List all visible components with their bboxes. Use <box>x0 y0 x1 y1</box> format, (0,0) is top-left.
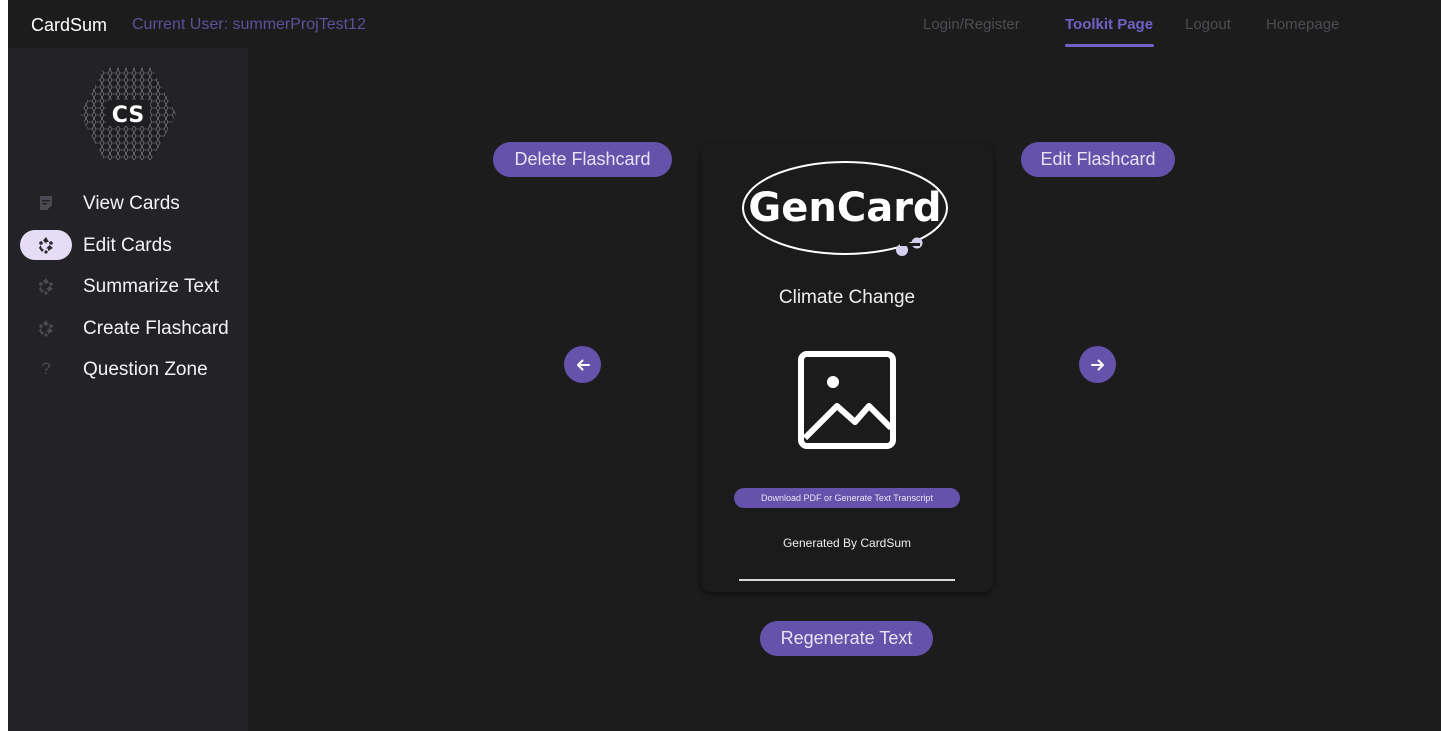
card-title: Climate Change <box>778 287 916 308</box>
generated-by-label: Generated By CardSum <box>782 536 912 550</box>
app-window: CardSum Current User: summerProjTest12 L… <box>8 0 1441 731</box>
sidebar: CS View Cards Edit Cards Summarize Text <box>8 48 248 731</box>
logo-text: CS <box>112 103 144 128</box>
cardsum-logo[interactable]: CS <box>78 66 178 162</box>
sidebar-item-edit-cards[interactable]: Edit Cards <box>8 228 248 262</box>
sidebar-item-summarize-text[interactable]: Summarize Text <box>8 269 248 303</box>
arrow-right-icon <box>1090 359 1104 370</box>
previous-card-button[interactable] <box>564 346 601 383</box>
sidebar-item-view-cards[interactable]: View Cards <box>8 186 248 220</box>
delete-flashcard-button[interactable]: Delete Flashcard <box>493 142 672 177</box>
recycle-icon <box>20 271 72 301</box>
top-bar: CardSum Current User: summerProjTest12 L… <box>8 0 1441 48</box>
gencard-logo-text: GenCard <box>748 185 941 231</box>
question-icon: ? <box>41 359 51 378</box>
sidebar-item-question-zone[interactable]: ? Question Zone <box>8 352 248 386</box>
sidebar-item-create-flashcard[interactable]: Create Flashcard <box>8 311 248 345</box>
recycle-icon <box>20 313 72 343</box>
card-divider <box>739 579 955 581</box>
nav-homepage[interactable]: Homepage <box>1266 16 1339 33</box>
download-pdf-button[interactable]: Download PDF or Generate Text Transcript <box>734 488 960 508</box>
sidebar-item-label: Create Flashcard <box>83 318 229 339</box>
note-icon <box>20 188 72 218</box>
edit-flashcard-button[interactable]: Edit Flashcard <box>1021 142 1175 177</box>
sidebar-item-label: Question Zone <box>83 359 208 380</box>
arrow-left-icon <box>576 359 590 370</box>
nav-toolkit-page[interactable]: Toolkit Page <box>1065 16 1153 33</box>
nav-login-register[interactable]: Login/Register <box>923 16 1020 33</box>
regenerate-text-button[interactable]: Regenerate Text <box>760 621 933 656</box>
sidebar-item-label: Summarize Text <box>83 276 219 297</box>
nav-logout[interactable]: Logout <box>1185 16 1231 33</box>
flashcard[interactable]: GenCard Climate Change Download PDF or G… <box>701 143 993 592</box>
image-placeholder-icon <box>798 351 896 449</box>
brand-name[interactable]: CardSum <box>31 15 107 36</box>
current-user-label: Current User: summerProjTest12 <box>132 16 366 33</box>
gencard-logo: GenCard <box>742 161 948 256</box>
sidebar-item-label: View Cards <box>83 193 180 214</box>
recycle-icon <box>20 230 72 260</box>
next-card-button[interactable] <box>1079 346 1116 383</box>
sidebar-item-label: Edit Cards <box>83 235 172 256</box>
nav-active-indicator <box>1065 44 1154 47</box>
